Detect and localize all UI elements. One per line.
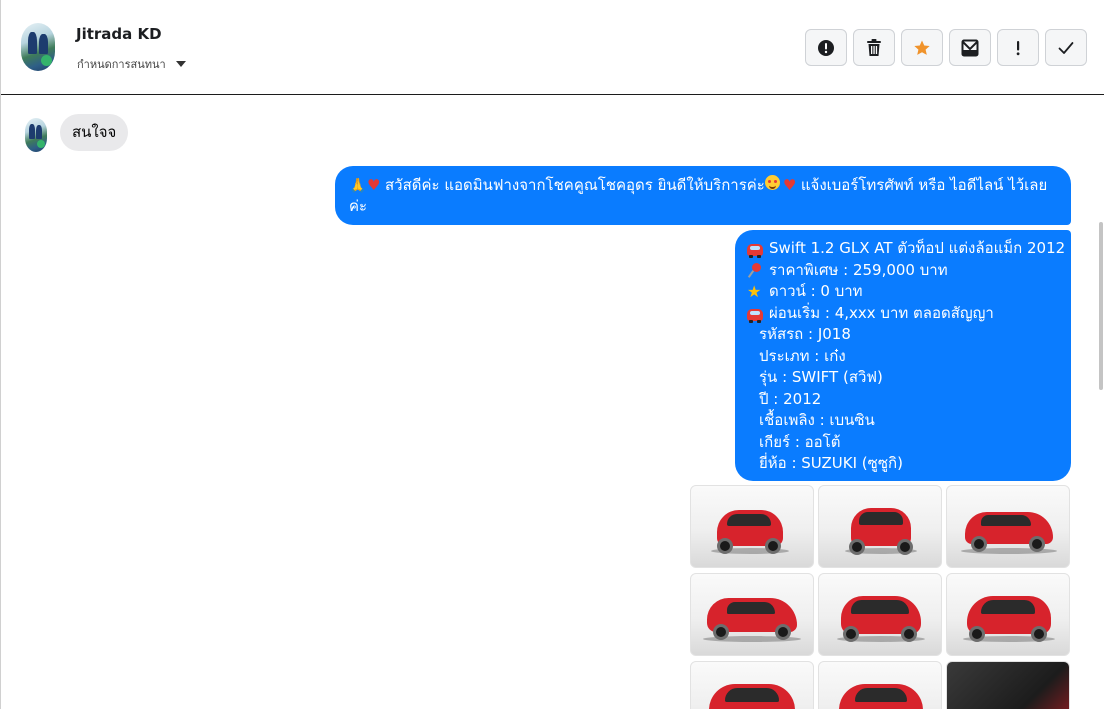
contact-name[interactable]: Jitrada KD	[76, 25, 162, 43]
sender-avatar[interactable]	[25, 118, 47, 152]
car-gear: เกียร์ : ออโต้	[759, 432, 841, 451]
smiling-face-emoji-icon	[764, 175, 780, 190]
important-button[interactable]	[997, 29, 1039, 66]
heart-emoji-icon: ♥	[367, 176, 381, 194]
assign-conversation-dropdown[interactable]: กำหนดการสนทนา	[77, 55, 186, 73]
car-brand: ยี่ห้อ : SUZUKI (ซูซูกิ)	[759, 454, 903, 472]
car-photo[interactable]	[946, 485, 1070, 568]
car-emoji-icon	[747, 244, 763, 259]
done-button[interactable]	[1045, 29, 1087, 66]
heart-emoji-icon: ♥	[782, 176, 797, 194]
car-photo[interactable]	[818, 573, 942, 656]
car-price: ราคาพิเศษ : 259,000 บาท	[769, 260, 948, 279]
outgoing-car-details-message[interactable]: Swift 1.2 GLX AT ตัวท็อป แต่งล้อแม็ก 201…	[735, 230, 1071, 481]
car-photo[interactable]	[946, 573, 1070, 656]
incoming-message[interactable]: สนใจจ	[60, 114, 129, 151]
report-button[interactable]	[805, 29, 847, 66]
star-emoji-icon: ★	[747, 281, 762, 301]
car-photo-gallery	[690, 485, 1071, 709]
car-photo[interactable]	[818, 661, 942, 709]
car-emoji-icon	[747, 308, 763, 323]
car-title: Swift 1.2 GLX AT ตัวท็อป แต่งล้อแม็ก 201…	[769, 239, 1066, 257]
pray-emoji-icon: 🙏	[349, 178, 367, 194]
greeting-text: สวัสดีค่ะ แอดมินฟางจากโชคคูณโชคอุดร ยินด…	[385, 176, 765, 194]
car-installment: ผ่อนเริ่ม : 4,xxx บาท ตลอดสัญญา	[769, 303, 994, 322]
trash-icon	[867, 38, 881, 56]
exclamation-icon	[1016, 40, 1020, 55]
conversation-toolbar	[805, 29, 1087, 66]
outgoing-greeting-message[interactable]: 🙏♥ สวัสดีค่ะ แอดมินฟางจากโชคคูณโชคอุดร ยิ…	[335, 166, 1071, 225]
car-code: รหัสรถ : J018	[759, 325, 851, 343]
pushpin-emoji-icon	[747, 262, 763, 278]
contact-avatar[interactable]	[21, 23, 55, 71]
car-photo[interactable]	[818, 485, 942, 568]
check-icon	[1058, 41, 1074, 54]
mark-unread-button[interactable]	[949, 29, 991, 66]
assign-label: กำหนดการสนทนา	[77, 58, 166, 71]
thread-scrollbar[interactable]	[1099, 222, 1103, 390]
car-type: ประเภท : เก๋ง	[759, 346, 846, 365]
car-photo[interactable]	[690, 661, 814, 709]
car-photo[interactable]	[946, 661, 1070, 709]
car-photo[interactable]	[690, 485, 814, 568]
conversation-header: Jitrada KD กำหนดการสนทนา	[1, 0, 1104, 95]
message-thread[interactable]: สนใจจ 🙏♥ สวัสดีค่ะ แอดมินฟางจากโชคคูณโชคอ…	[1, 96, 1104, 709]
messenger-inbox-window: Jitrada KD กำหนดการสนทนา สนใจจ 🙏♥ สวัสดี…	[0, 0, 1104, 709]
car-model: รุ่น : SWIFT (สวิฟ)	[759, 368, 883, 386]
delete-button[interactable]	[853, 29, 895, 66]
alert-circle-icon	[818, 39, 834, 56]
star-icon	[914, 40, 930, 55]
star-button[interactable]	[901, 29, 943, 66]
envelope-icon	[961, 39, 979, 56]
caret-down-icon	[175, 61, 186, 67]
car-fuel: เชื้อเพลิง : เบนซิน	[759, 411, 875, 429]
car-down-payment: ดาวน์ : 0 บาท	[769, 282, 863, 300]
car-year: ปี : 2012	[759, 389, 822, 408]
car-photo[interactable]	[690, 573, 814, 656]
